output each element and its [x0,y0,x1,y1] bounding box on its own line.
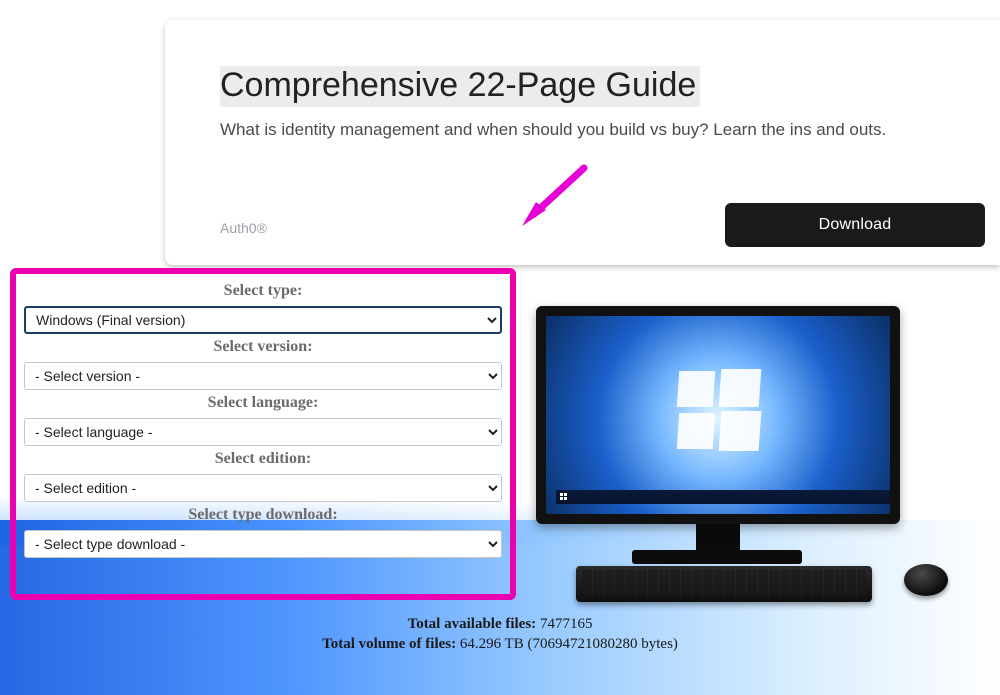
start-icon [560,493,568,501]
monitor-screen [546,316,890,514]
download-type-label: Select type download: [24,506,502,524]
mouse-illustration [904,564,948,596]
taskbar [556,490,890,504]
monitor-illustration [536,306,900,546]
type-label: Select type: [24,282,502,300]
keyboard-illustration [576,566,872,602]
edition-select[interactable]: - Select edition - [24,474,502,502]
ad-card: Comprehensive 22-Page Guide What is iden… [165,20,1000,265]
language-select[interactable]: - Select language - [24,418,502,446]
download-button[interactable]: Download [725,203,985,247]
language-label: Select language: [24,394,502,412]
version-label: Select version: [24,338,502,356]
download-type-select[interactable]: - Select type download - [24,530,502,558]
ad-title[interactable]: Comprehensive 22-Page Guide [220,66,700,107]
edition-label: Select edition: [24,450,502,468]
ad-subtitle: What is identity management and when sho… [220,120,886,140]
stats-files-value: 7477165 [540,616,593,632]
monitor-stand-base [632,550,802,564]
selector-panel-highlight: Select type: Windows (Final version) Sel… [10,268,516,600]
windows-logo-icon [678,371,758,451]
stats-volume-value: 64.296 TB (70694721080280 bytes) [460,636,678,652]
stats-block: Total available files: 7477165 Total vol… [0,614,1000,654]
type-select[interactable]: Windows (Final version) [24,306,502,334]
ad-brand: Auth0® [220,220,267,236]
version-select[interactable]: - Select version - [24,362,502,390]
stats-volume-label: Total volume of files: [322,636,460,652]
monitor-stand-neck [696,524,740,552]
stats-files-label: Total available files: [408,616,540,632]
